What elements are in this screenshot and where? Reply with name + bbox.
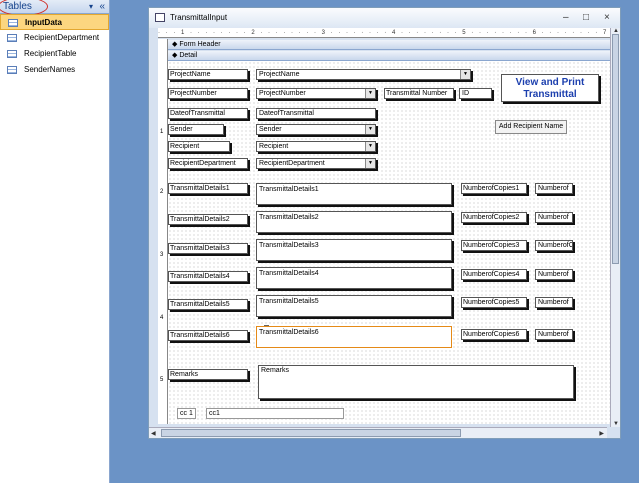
scroll-right-icon[interactable]: ▶ <box>599 430 604 437</box>
add-recipient-name-button[interactable]: Add Recipient Name <box>495 120 567 134</box>
combo-text: ProjectNumber <box>259 90 306 97</box>
ruler-mark: 2 <box>160 189 164 195</box>
projectname-combo[interactable]: ProjectName ▼ <box>256 69 471 80</box>
nav-item-recipienttable[interactable]: RecipientTable <box>0 46 109 62</box>
numberofcopies1-label[interactable]: NumberofCopies1 <box>461 183 527 194</box>
transmittaldetails2-field[interactable]: TransmittalDetails2 <box>256 211 452 233</box>
form-design-window: TransmittalInput – □ × · · · 1 · · · · ·… <box>148 7 621 439</box>
navigation-pane-header[interactable]: Tables ▾ « <box>0 0 109 16</box>
chevron-down-icon[interactable]: ▼ <box>365 142 375 151</box>
nav-item-label: SenderNames <box>24 65 76 74</box>
horizontal-scroll-thumb[interactable] <box>161 429 461 437</box>
chevron-down-icon[interactable]: ▼ <box>365 159 375 168</box>
nav-item-recipientdepartment[interactable]: RecipientDepartment <box>0 30 109 46</box>
numberofcopies5-field[interactable]: Numberof <box>535 297 573 308</box>
section-label: Detail <box>179 52 198 59</box>
numberofcopies4-label[interactable]: NumberofCopies4 <box>461 269 527 280</box>
window-title: TransmittalInput <box>170 13 228 22</box>
navigation-pane: Tables ▾ « InputData RecipientDepartment… <box>0 0 110 483</box>
numberofcopies2-field[interactable]: Numberof <box>535 212 573 223</box>
numberofcopies3-label[interactable]: NumberofCopies3 <box>461 240 527 251</box>
recipient-label[interactable]: Recipient <box>168 141 230 152</box>
vertical-scrollbar[interactable]: ▲ ▼ <box>610 28 620 427</box>
numberofcopies1-field[interactable]: Numberof <box>535 183 573 194</box>
transmittal-number-label[interactable]: Transmittal Number <box>384 88 454 99</box>
table-icon <box>8 19 18 27</box>
chevron-down-icon[interactable]: ▼ <box>365 89 375 98</box>
restore-button[interactable]: □ <box>583 12 589 23</box>
horizontal-ruler: · · · 1 · · · · · · · · 2 · · · · · · · … <box>158 28 610 38</box>
transmittaldetails6-label[interactable]: TransmittalDetails6 <box>168 330 248 341</box>
chevron-down-icon[interactable]: ▾ <box>89 2 93 11</box>
nav-item-inputdata[interactable]: InputData <box>0 14 109 30</box>
chevron-down-icon[interactable]: ▼ <box>365 125 375 134</box>
nav-item-label: RecipientDepartment <box>24 33 100 42</box>
combo-text: Recipient <box>259 143 289 150</box>
sender-combo[interactable]: Sender ▼ <box>256 124 376 135</box>
projectname-label[interactable]: ProjectName <box>168 69 248 80</box>
cc1-field[interactable]: cc1 <box>206 408 344 419</box>
view-print-transmittal-button[interactable]: View and Print Transmittal <box>501 74 599 102</box>
transmittaldetails4-label[interactable]: TransmittalDetails4 <box>168 271 248 282</box>
detail-design-grid: ProjectName ProjectName ▼ View and Print … <box>168 61 610 424</box>
combo-text: ProjectName <box>259 71 300 78</box>
recipientdepartment-label[interactable]: RecipientDepartment <box>168 158 248 169</box>
nav-item-label: InputData <box>25 18 62 27</box>
vertical-scroll-thumb[interactable] <box>612 34 619 264</box>
recipient-combo[interactable]: Recipient ▼ <box>256 141 376 152</box>
transmittaldetails1-field[interactable]: TransmittalDetails1 <box>256 183 452 205</box>
projectnumber-label[interactable]: ProjectNumber <box>168 88 248 99</box>
form-header-section-bar[interactable]: ◆ Form Header <box>168 40 610 50</box>
date-field[interactable]: DateofTransmittal <box>256 108 376 119</box>
scroll-down-icon[interactable]: ▼ <box>613 421 619 427</box>
ruler-mark: 1 <box>160 129 164 135</box>
numberofcopies5-label[interactable]: NumberofCopies5 <box>461 297 527 308</box>
transmittal-id-field[interactable]: ID <box>459 88 492 99</box>
close-button[interactable]: × <box>604 12 610 23</box>
transmittaldetails3-field[interactable]: TransmittalDetails3 <box>256 239 452 261</box>
window-titlebar[interactable]: TransmittalInput – □ × <box>149 8 620 28</box>
ruler-mark: 4 <box>160 315 164 321</box>
section-label: Form Header <box>179 41 221 48</box>
remarks-field[interactable]: Remarks <box>258 365 574 399</box>
sender-label[interactable]: Sender <box>168 124 224 135</box>
transmittaldetails4-field[interactable]: TransmittalDetails4 <box>256 267 452 289</box>
numberofcopies4-field[interactable]: Numberof <box>535 269 573 280</box>
horizontal-scrollbar[interactable]: ◀ ▶ <box>149 427 607 438</box>
transmittaldetails2-label[interactable]: TransmittalDetails2 <box>168 214 248 225</box>
nav-item-label: RecipientTable <box>24 49 77 58</box>
transmittaldetails6-field[interactable]: TransmittalDetails6 <box>256 326 452 348</box>
transmittaldetails3-label[interactable]: TransmittalDetails3 <box>168 243 248 254</box>
date-label[interactable]: DateofTransmittal <box>168 108 248 119</box>
table-icon <box>7 50 17 58</box>
combo-text: Sender <box>259 126 282 133</box>
projectnumber-combo[interactable]: ProjectNumber ▼ <box>256 88 376 99</box>
combo-text: RecipientDepartment <box>259 160 325 167</box>
numberofcopies6-label[interactable]: NumberofCopies6 <box>461 329 527 340</box>
ruler-mark: 3 <box>160 252 164 258</box>
transmittaldetails5-field[interactable]: TransmittalDetails5 <box>256 295 452 317</box>
cc1-label[interactable]: cc 1 <box>177 408 196 419</box>
recipientdepartment-combo[interactable]: RecipientDepartment ▼ <box>256 158 376 169</box>
vertical-ruler: 1 2 3 4 5 <box>158 39 168 424</box>
numberofcopies3-field[interactable]: NumberofC <box>535 240 573 251</box>
nav-item-sendernames[interactable]: SenderNames <box>0 62 109 78</box>
collapse-pane-icon[interactable]: « <box>99 1 105 12</box>
scroll-left-icon[interactable]: ◀ <box>151 430 156 437</box>
remarks-label[interactable]: Remarks <box>168 369 248 380</box>
form-icon <box>155 13 165 22</box>
ruler-mark: 5 <box>160 377 164 383</box>
chevron-down-icon[interactable]: ▼ <box>460 70 470 79</box>
transmittaldetails1-label[interactable]: TransmittalDetails1 <box>168 183 248 194</box>
table-icon <box>7 34 17 42</box>
numberofcopies6-field[interactable]: Numberof <box>535 329 573 340</box>
numberofcopies2-label[interactable]: NumberofCopies2 <box>461 212 527 223</box>
minimize-button[interactable]: – <box>563 12 569 23</box>
transmittaldetails5-label[interactable]: TransmittalDetails5 <box>168 299 248 310</box>
table-icon <box>7 66 17 74</box>
detail-section-bar[interactable]: ◆ Detail <box>168 51 610 61</box>
